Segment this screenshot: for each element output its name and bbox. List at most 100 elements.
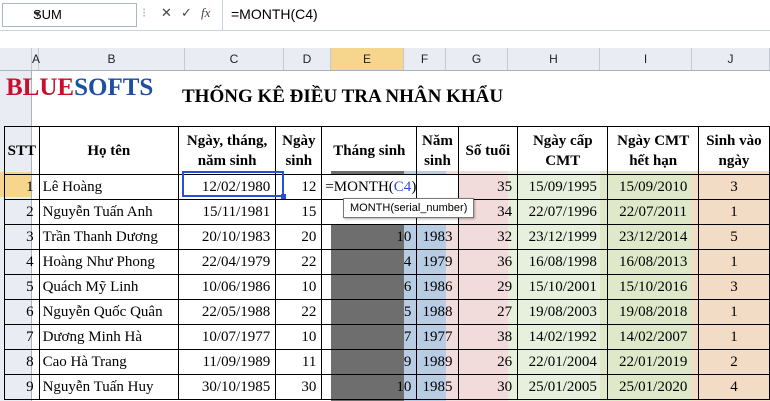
row-issue[interactable]: 19/08/2003 — [517, 299, 609, 325]
row-dob[interactable]: 22/04/1979 — [177, 249, 277, 275]
row-name[interactable]: Cao Hà Trang — [38, 349, 179, 375]
row-age[interactable]: 26 — [457, 349, 519, 375]
row-year[interactable]: 1977 — [416, 324, 459, 350]
row-age[interactable]: 30 — [457, 374, 519, 400]
row-weekday[interactable]: 3 — [697, 274, 770, 300]
row-month[interactable]: 7 — [321, 324, 418, 350]
row-issue[interactable]: 22/01/2004 — [517, 349, 609, 375]
row-issue[interactable]: 25/01/2005 — [517, 374, 609, 400]
row-stt[interactable]: 1 — [4, 174, 40, 200]
row-issue[interactable]: 22/07/1996 — [517, 199, 609, 225]
select-all-corner[interactable] — [0, 48, 32, 70]
row-expire[interactable]: 15/10/2016 — [607, 274, 699, 300]
row-weekday[interactable]: 1 — [697, 324, 770, 350]
row-weekday[interactable]: 5 — [697, 224, 770, 250]
row-name[interactable]: Nguyễn Tuấn Huy — [38, 374, 179, 400]
row-year[interactable]: 1988 — [416, 299, 459, 325]
chevron-down-icon[interactable]: ▼ — [33, 9, 132, 19]
row-day[interactable]: 10 — [275, 274, 323, 300]
row-weekday[interactable]: 2 — [697, 349, 770, 375]
row-dob[interactable]: 15/11/1981 — [177, 199, 277, 225]
row-age[interactable]: 38 — [457, 324, 519, 350]
row-year[interactable]: 1986 — [416, 274, 459, 300]
col-header-e[interactable]: E — [331, 48, 404, 70]
row-name[interactable]: Lê Hoàng — [38, 174, 179, 200]
row-year[interactable]: 1989 — [416, 349, 459, 375]
row-day[interactable]: 22 — [275, 299, 323, 325]
row-weekday[interactable]: 3 — [697, 174, 770, 200]
row-dob[interactable]: 20/10/1983 — [177, 224, 277, 250]
row-issue[interactable]: 23/12/1999 — [517, 224, 609, 250]
row-stt[interactable]: 7 — [4, 324, 40, 350]
row-stt[interactable]: 9 — [4, 374, 40, 400]
row-month[interactable]: 4 — [321, 249, 418, 275]
row-year[interactable]: 1985 — [416, 374, 459, 400]
row-weekday[interactable]: 1 — [697, 199, 770, 225]
col-header-d[interactable]: D — [284, 48, 331, 70]
row-stt[interactable]: 3 — [4, 224, 40, 250]
row-stt[interactable]: 8 — [4, 349, 40, 375]
col-header-g[interactable]: G — [446, 48, 508, 70]
row-dob[interactable]: 22/05/1988 — [177, 299, 277, 325]
row-issue[interactable]: 15/09/1995 — [517, 174, 609, 200]
row-name[interactable]: Nguyễn Quốc Quân — [38, 299, 179, 325]
row-age[interactable]: 36 — [457, 249, 519, 275]
row-day[interactable]: 20 — [275, 224, 323, 250]
row-day[interactable]: 11 — [275, 349, 323, 375]
row-day[interactable]: 15 — [275, 199, 323, 225]
col-header-j[interactable]: J — [692, 48, 770, 70]
row-stt[interactable]: 5 — [4, 274, 40, 300]
row-expire[interactable]: 22/01/2019 — [607, 349, 699, 375]
col-header-b[interactable]: B — [39, 48, 185, 70]
row-weekday[interactable]: 1 — [697, 249, 770, 275]
row-dob[interactable]: 30/10/1985 — [177, 374, 277, 400]
row-weekday[interactable]: 4 — [697, 374, 770, 400]
row-age[interactable]: 35 — [457, 174, 519, 200]
row-dob[interactable]: 11/09/1989 — [177, 349, 277, 375]
cancel-icon[interactable]: ✕ — [161, 5, 172, 21]
col-header-i[interactable]: I — [600, 48, 692, 70]
row-weekday[interactable]: 1 — [697, 299, 770, 325]
row-name[interactable]: Hoàng Như Phong — [38, 249, 179, 275]
col-header-c[interactable]: C — [185, 48, 284, 70]
row-year[interactable]: 1979 — [416, 249, 459, 275]
row-month[interactable]: 9 — [321, 349, 418, 375]
row-expire[interactable]: 16/08/2013 — [607, 249, 699, 275]
function-icon[interactable]: fx — [201, 5, 210, 21]
row-month[interactable]: 10 — [321, 374, 418, 400]
row-month[interactable]: 6 — [321, 274, 418, 300]
row-dob[interactable]: 12/02/1980 — [177, 174, 277, 200]
enter-icon[interactable]: ✓ — [181, 5, 192, 21]
col-header-h[interactable]: H — [508, 48, 600, 70]
row-month[interactable]: 10 — [321, 224, 418, 250]
formula-input[interactable]: =MONTH(C4) — [222, 0, 770, 30]
row-issue[interactable]: 14/02/1992 — [517, 324, 609, 350]
col-header-f[interactable]: F — [404, 48, 446, 70]
row-expire[interactable]: 25/01/2020 — [607, 374, 699, 400]
row-expire[interactable]: 15/09/2010 — [607, 174, 699, 200]
row-age[interactable]: 27 — [457, 299, 519, 325]
row-stt[interactable]: 2 — [4, 199, 40, 225]
row-dob[interactable]: 10/06/1986 — [177, 274, 277, 300]
row-stt[interactable]: 6 — [4, 299, 40, 325]
row-issue[interactable]: 16/08/1998 — [517, 249, 609, 275]
row-name[interactable]: Trần Thanh Dương — [38, 224, 179, 250]
row-name[interactable]: Dương Minh Hà — [38, 324, 179, 350]
row-month[interactable]: 5 — [321, 299, 418, 325]
row-expire[interactable]: 19/08/2018 — [607, 299, 699, 325]
row-name[interactable]: Nguyễn Tuấn Anh — [38, 199, 179, 225]
row-year[interactable] — [416, 174, 459, 200]
row-day[interactable]: 12 — [275, 174, 323, 200]
name-box[interactable]: SUM ▼ — [2, 3, 137, 27]
row-issue[interactable]: 15/10/2001 — [517, 274, 609, 300]
row-dob[interactable]: 10/07/1977 — [177, 324, 277, 350]
row-day[interactable]: 30 — [275, 374, 323, 400]
row-age[interactable]: 29 — [457, 274, 519, 300]
row-stt[interactable]: 4 — [4, 249, 40, 275]
row-expire[interactable]: 22/07/2011 — [607, 199, 699, 225]
row-expire[interactable]: 14/02/2007 — [607, 324, 699, 350]
row-day[interactable]: 10 — [275, 324, 323, 350]
row-month[interactable]: =MONTH(C4) — [321, 174, 418, 200]
row-day[interactable]: 22 — [275, 249, 323, 275]
row-name[interactable]: Quách Mỹ Linh — [38, 274, 179, 300]
